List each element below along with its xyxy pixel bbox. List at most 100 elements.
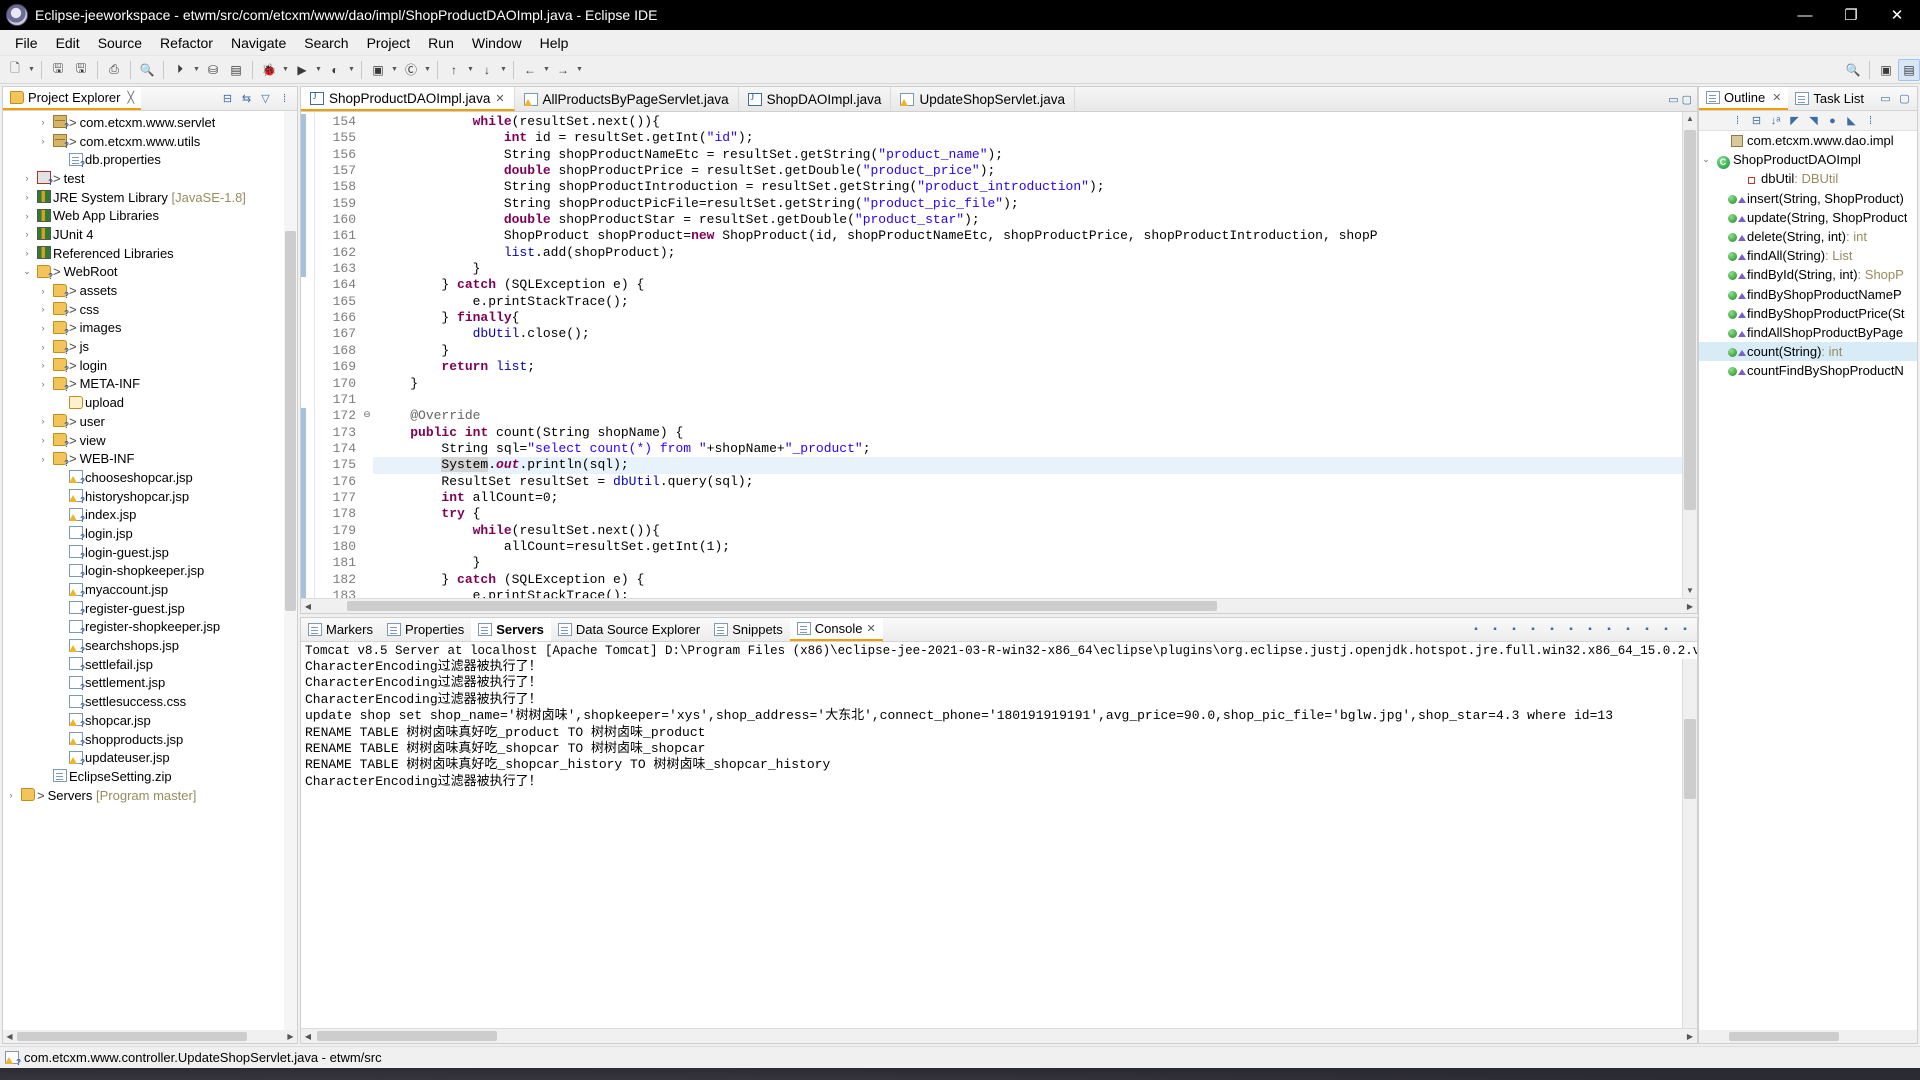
tree-item[interactable]: ›? > view (3, 431, 297, 450)
tree-item[interactable]: ? register-guest.jsp (3, 599, 297, 618)
code-line[interactable]: String shopProductIntroduction = resultS… (373, 179, 1682, 195)
outline-item[interactable]: insert(String, ShopProduct) (1699, 189, 1917, 208)
tree-twisty[interactable]: › (19, 211, 35, 221)
editor-tab[interactable]: UpdateShopServlet.java (891, 87, 1076, 111)
view-menu-icon[interactable]: ⁞ (1729, 112, 1746, 129)
tree-twisty[interactable]: › (35, 323, 51, 333)
terminate-icon[interactable]: ▪ (1468, 622, 1484, 638)
outline-item[interactable]: findAllShopProductByPage (1699, 323, 1917, 342)
console-tab-properties[interactable]: Properties (380, 618, 471, 641)
tab-project-explorer[interactable]: Project Explorer ╳ (3, 87, 142, 110)
tree-item[interactable]: ›? > js (3, 337, 297, 356)
code-line[interactable]: e.printStackTrace(); (373, 588, 1682, 598)
tree-twisty[interactable]: › (35, 435, 51, 445)
java-ee-perspective-icon[interactable]: ▤ (1898, 58, 1920, 81)
tree-item[interactable]: ›? > com.etcxm.www.servlet (3, 113, 297, 132)
code-line[interactable]: public int count(String shopName) { (373, 425, 1682, 441)
view-menu-icon[interactable]: ⁞ (276, 90, 293, 107)
tree-item[interactable]: ›? > user (3, 412, 297, 431)
code-line[interactable]: } (373, 261, 1682, 277)
tree-item[interactable]: ? searchshops.jsp (3, 636, 297, 655)
new-java-dropdown-icon[interactable]: ▼ (390, 59, 399, 81)
code-line[interactable]: try { (373, 506, 1682, 522)
scroll-lock-icon[interactable]: ▪ (1544, 622, 1560, 638)
code-line[interactable]: int allCount=0; (373, 490, 1682, 506)
print-icon[interactable]: ⎙ (103, 59, 125, 81)
code-line[interactable]: allCount=resultSet.getInt(1); (373, 539, 1682, 555)
chrome-icon[interactable] (168, 1068, 224, 1080)
open-perspective-icon[interactable]: ▣ (1875, 59, 1897, 81)
powerpoint-icon[interactable]: P (280, 1068, 336, 1080)
new-dropdown-icon[interactable]: ▼ (27, 59, 36, 81)
tree-item[interactable]: ›? > test (3, 169, 297, 188)
outline-item[interactable]: com.etcxm.www.dao.impl (1699, 131, 1917, 150)
outline-tree[interactable]: com.etcxm.www.dao.impl ⌄ C ShopProductDAOIm… (1699, 131, 1917, 1030)
search-icon[interactable]: 🔍 (136, 59, 158, 81)
fold-toggle-icon[interactable]: ⊖ (361, 406, 373, 422)
outline-item[interactable]: dbUtil : DBUtil (1699, 169, 1917, 188)
outline-item[interactable]: delete(String, int) : int (1699, 227, 1917, 246)
start-button[interactable] (0, 1068, 56, 1080)
editor-tab[interactable]: AllProductsByPageServlet.java (515, 87, 739, 111)
photos-icon[interactable] (336, 1068, 392, 1080)
code-line[interactable]: } (373, 376, 1682, 392)
tree-twisty[interactable]: › (35, 379, 51, 389)
sort-icon[interactable]: ↓ᵃ (1767, 112, 1784, 129)
eclipse-java-ee-icon[interactable]: Java EE (224, 1068, 280, 1080)
code-line[interactable]: @Override (373, 408, 1682, 424)
menu-item-edit[interactable]: Edit (47, 32, 89, 54)
forward-icon[interactable]: → (552, 59, 574, 81)
remove-all-icon[interactable]: ▪ (1506, 622, 1522, 638)
tree-item[interactable]: ? index.jsp (3, 505, 297, 524)
code-line[interactable]: while(resultSet.next()){ (373, 114, 1682, 130)
console-tab-servers[interactable]: Servers (471, 618, 551, 641)
code-line[interactable]: dbUtil.close(); (373, 326, 1682, 342)
editor-vscrollbar[interactable]: ▲ ▼ (1682, 112, 1697, 598)
build-icon[interactable]: ⛁ (202, 59, 224, 81)
outline-item[interactable]: update(String, ShopProduct (1699, 208, 1917, 227)
code-line[interactable]: String sql="select count(*) from "+shopN… (373, 441, 1682, 457)
outline-hscrollbar[interactable] (1699, 1030, 1917, 1043)
close-button[interactable]: ✕ (1874, 0, 1920, 30)
previous-annotation-icon[interactable]: ↑ (443, 59, 465, 81)
tree-twisty[interactable]: › (19, 229, 35, 239)
tree-item[interactable]: ? myaccount.jsp (3, 580, 297, 599)
code-line[interactable]: } (373, 343, 1682, 359)
new-java-project-icon[interactable]: ▣ (367, 59, 389, 81)
hide-fields-icon[interactable]: ◤ (1786, 112, 1803, 129)
tree-item[interactable]: ›? > WEB-INF (3, 449, 297, 468)
code-line[interactable]: double shopProductPrice = resultSet.getD… (373, 163, 1682, 179)
menu-item-project[interactable]: Project (358, 32, 420, 54)
back-dropdown-icon[interactable]: ▼ (542, 59, 551, 81)
code-folding-column[interactable]: ⊖ (361, 112, 373, 598)
tree-item[interactable]: › JUnit 4 (3, 225, 297, 244)
search-icon[interactable]: ⌕ (56, 1068, 112, 1080)
new-icon[interactable]: 🗋 (4, 59, 26, 81)
console-tab-snippets[interactable]: Snippets (707, 618, 790, 641)
scroll-right-icon[interactable]: ▶ (284, 1032, 297, 1041)
previous-annotation-dropdown-icon[interactable]: ▼ (466, 59, 475, 81)
menu-item-refactor[interactable]: Refactor (151, 32, 222, 54)
code-line[interactable]: ResultSet resultSet = dbUtil.query(sql); (373, 474, 1682, 490)
tree-twisty[interactable]: › (35, 416, 51, 426)
code-line[interactable] (373, 392, 1682, 408)
tree-item[interactable]: upload (3, 393, 297, 412)
code-line[interactable]: } catch (SQLException e) { (373, 572, 1682, 588)
remove-launch-icon[interactable]: ▪ (1487, 622, 1503, 638)
code-line[interactable]: while(resultSet.next()){ (373, 523, 1682, 539)
code-viewport[interactable]: 154 155 156 157 158 159 160 161 162 163 164 165 166 1… (301, 112, 1697, 598)
save-all-icon[interactable]: 🖫 (70, 59, 92, 81)
tree-twisty[interactable]: › (35, 360, 51, 370)
code-line[interactable]: double shopProductStar = resultSet.getDo… (373, 212, 1682, 228)
word-wrap-icon[interactable]: ▪ (1563, 622, 1579, 638)
pin-console-icon[interactable]: ▪ (1582, 622, 1598, 638)
scroll-right-icon[interactable]: ▶ (1683, 602, 1697, 611)
open-type-icon[interactable]: ▤ (225, 59, 247, 81)
menu-item-search[interactable]: Search (295, 32, 357, 54)
mysql-workbench-icon[interactable] (392, 1068, 448, 1080)
tree-item[interactable]: › Web App Libraries (3, 206, 297, 225)
tree-item[interactable]: ›? > com.etcxm.www.utils (3, 132, 297, 151)
tree-item[interactable]: ? historyshopcar.jsp (3, 487, 297, 506)
tree-item[interactable]: ? settlement.jsp (3, 674, 297, 693)
collapse-all-icon[interactable]: ⊟ (1748, 112, 1765, 129)
